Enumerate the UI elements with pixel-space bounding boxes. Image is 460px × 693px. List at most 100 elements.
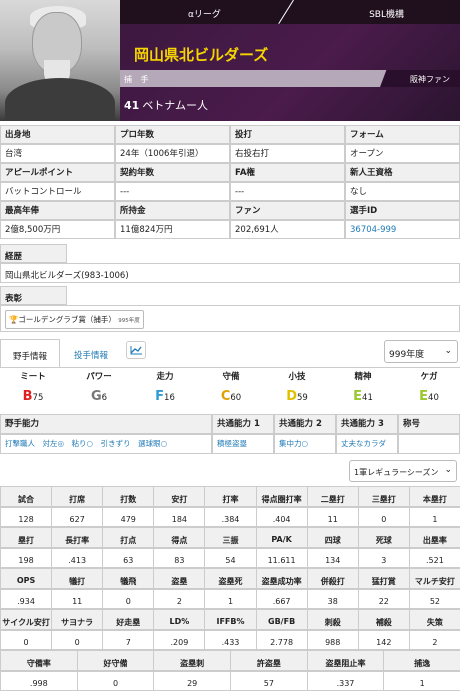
career-heading: 経歴 (0, 244, 67, 263)
player-name: ベトナムー人 (142, 99, 208, 112)
stat-value: 184 (153, 507, 206, 527)
stat-value: 1 (204, 589, 257, 609)
skill-value[interactable]: 打撃職人 対左◎ 粘り○ 引きずり 選球眼○ (0, 434, 212, 454)
year-select[interactable]: 999年度 ⌄ (384, 340, 458, 363)
ability-divider (0, 367, 460, 368)
skill-value[interactable] (398, 434, 460, 454)
stat-header: 三塁打 (357, 486, 410, 507)
profile-value: 台湾 (0, 144, 115, 163)
org-label[interactable]: SBL機構 (369, 7, 404, 20)
stat-value: .998 (0, 671, 78, 691)
league-bar: αリーグ SBL機構 (120, 0, 460, 25)
stat-header: マルチ安打 (408, 568, 460, 589)
stat-value: 83 (153, 548, 206, 568)
chevron-down-icon: ⌄ (444, 465, 452, 475)
stat-value: 11 (306, 507, 359, 527)
fan-label: 阪神ファン (410, 75, 450, 84)
stat-value: .667 (255, 589, 308, 609)
stat-value: 63 (102, 548, 155, 568)
profile-label: アピールポイント (0, 163, 115, 182)
ability-value: E40 (396, 389, 460, 404)
player-photo (0, 0, 120, 121)
stat-value: 52 (408, 589, 460, 609)
stat-value: 988 (306, 630, 359, 650)
profile-label: 契約年数 (115, 163, 230, 182)
skill-value[interactable]: 積極盗塁 (212, 434, 274, 454)
tab-fielder[interactable]: 野手情報 (0, 339, 61, 368)
stat-value: 134 (306, 548, 359, 568)
stat-value: 11.611 (255, 548, 308, 568)
award-badge[interactable]: 🏆ゴールデングラブ賞（捕手） 995年度 (5, 310, 144, 329)
ability-grade: D (286, 389, 297, 404)
awards-box: 🏆ゴールデングラブ賞（捕手） 995年度 (0, 305, 460, 332)
ability-label: 守備 (222, 372, 240, 382)
stat-header: 捕逸 (383, 650, 460, 671)
trophy-icon: 🏆 (9, 315, 19, 324)
stat-header: 猛打賞 (357, 568, 410, 589)
ability-number: 75 (32, 393, 44, 403)
ability-label: ケガ (420, 372, 438, 382)
stat-header: 安打 (153, 486, 206, 507)
stat-header: 打点 (102, 527, 155, 548)
stat-value: 57 (230, 671, 308, 691)
stat-header: 盗塁成功率 (255, 568, 308, 589)
stat-header: 盗塁刺 (153, 650, 231, 671)
stat-value: 198 (0, 548, 53, 568)
profile-value: バットコントロール (0, 182, 115, 201)
stat-value: 2 (408, 630, 460, 650)
stat-header: 犠飛 (102, 568, 155, 589)
stat-value: 29 (153, 671, 231, 691)
ability-label: 精神 (354, 372, 372, 382)
ability-label: ミート (20, 372, 46, 382)
ability-number: 60 (230, 393, 242, 403)
profile-value: --- (115, 182, 230, 201)
ability-label: パワー (86, 372, 112, 382)
skill-value[interactable]: 丈夫なカラダ (336, 434, 398, 454)
stat-value: 1 (408, 507, 460, 527)
season-select[interactable]: 1軍レギュラーシーズン ⌄ (349, 460, 457, 482)
ability-number: 6 (101, 393, 108, 403)
stat-header: 補殺 (357, 609, 410, 630)
career-value: 岡山県北ビルダーズ(983-1006) (0, 263, 460, 283)
stat-value: 142 (357, 630, 410, 650)
stat-header: LD% (153, 609, 206, 630)
skill-header: 野手能力 (0, 414, 212, 434)
stat-header: PA/K (255, 527, 308, 548)
stat-value: 2.778 (255, 630, 308, 650)
stat-value: 627 (51, 507, 104, 527)
team-name[interactable]: 岡山県北ビルダーズ (134, 44, 268, 65)
awards-heading: 表彰 (0, 286, 67, 305)
stat-header: 打率 (204, 486, 257, 507)
ability-grade: E (419, 389, 429, 404)
stat-value: 22 (357, 589, 410, 609)
profile-label: フォーム (345, 125, 460, 144)
stat-header: 試合 (0, 486, 53, 507)
profile-value: 24年（1006年引退） (115, 144, 230, 163)
stat-value: 54 (204, 548, 257, 568)
skill-value[interactable]: 集中力○ (274, 434, 336, 454)
stat-value: 0 (0, 630, 53, 650)
profile-label: FA権 (230, 163, 345, 182)
chart-button[interactable] (126, 341, 146, 359)
profile-value: --- (230, 182, 345, 201)
player-number-name: 41 ベトナムー人 (124, 97, 208, 113)
tab-pitcher[interactable]: 投手情報 (62, 339, 120, 368)
stat-header: 盗塁阻止率 (306, 650, 385, 671)
stat-header: OPS (0, 568, 53, 589)
fan-badge: 阪神ファン (380, 70, 460, 87)
ability-value: G6 (66, 389, 132, 404)
stat-value: 11 (51, 589, 104, 609)
stat-header: IFFB% (204, 609, 257, 630)
stat-header: 打数 (102, 486, 155, 507)
stat-value: .433 (204, 630, 257, 650)
stat-value: .337 (306, 671, 385, 691)
stat-header: 死球 (357, 527, 410, 548)
chart-icon (130, 346, 142, 355)
league-label[interactable]: αリーグ (188, 7, 221, 20)
stat-value: 479 (102, 507, 155, 527)
profile-value: 11億824万円 (115, 220, 230, 239)
profile-value: オープン (345, 144, 460, 163)
skill-header: 共通能力 2 (274, 414, 336, 434)
ability-grade: E (353, 389, 363, 404)
player-id-link[interactable]: 36704-999 (345, 220, 460, 239)
